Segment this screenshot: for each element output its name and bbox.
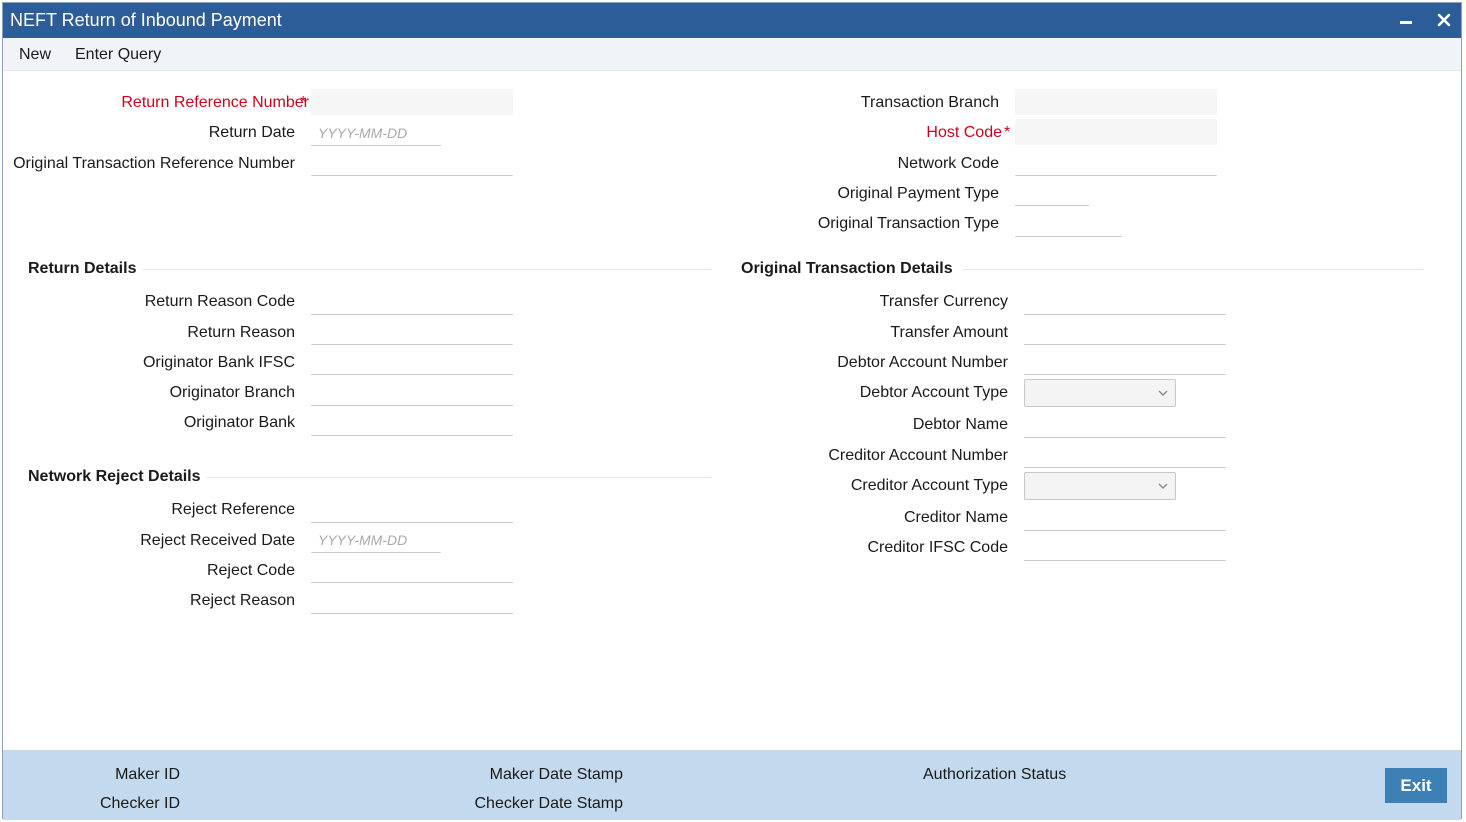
originator-bank-label: Originator Bank bbox=[183, 414, 295, 431]
network-reject-details-heading: Network Reject Details bbox=[28, 468, 201, 485]
originator-branch-label: Originator Branch bbox=[169, 384, 295, 401]
reject-reason-label: Reject Reason bbox=[190, 592, 295, 609]
window-title: NEFT Return of Inbound Payment bbox=[10, 10, 282, 30]
enter-query-menu-item[interactable]: Enter Query bbox=[75, 46, 161, 64]
transaction-branch-input[interactable] bbox=[1015, 89, 1217, 115]
close-icon[interactable] bbox=[1432, 8, 1456, 32]
originator-branch-input[interactable] bbox=[311, 380, 513, 406]
section-divider bbox=[143, 269, 711, 270]
reject-code-label: Reject Code bbox=[206, 562, 295, 579]
return-reason-input[interactable] bbox=[311, 319, 513, 345]
creditor-ifsc-code-label: Creditor IFSC Code bbox=[867, 539, 1009, 556]
debtor-name-input[interactable] bbox=[1024, 412, 1226, 438]
reject-reference-input[interactable] bbox=[311, 497, 513, 523]
original-transaction-details-heading: Original Transaction Details bbox=[741, 260, 953, 277]
reject-reason-input[interactable] bbox=[311, 588, 513, 614]
creditor-name-label: Creditor Name bbox=[903, 509, 1008, 526]
return-reason-code-label: Return Reason Code bbox=[144, 293, 295, 310]
return-reason-label: Return Reason bbox=[187, 324, 295, 341]
required-marker: * bbox=[300, 94, 307, 111]
reject-received-date-input[interactable] bbox=[311, 527, 441, 553]
title-bar: NEFT Return of Inbound Payment bbox=[3, 3, 1461, 38]
creditor-account-type-label: Creditor Account Type bbox=[850, 477, 1008, 494]
authorization-status-label: Authorization Status bbox=[923, 766, 1067, 783]
original-transaction-reference-number-input[interactable] bbox=[311, 150, 513, 176]
audit-footer: Maker ID Checker ID Maker Date Stamp Che… bbox=[3, 750, 1461, 820]
transfer-amount-label: Transfer Amount bbox=[890, 324, 1008, 341]
creditor-name-input[interactable] bbox=[1024, 505, 1226, 531]
new-menu-item[interactable]: New bbox=[19, 46, 51, 64]
host-code-label: Host Code bbox=[926, 124, 1002, 141]
network-code-label: Network Code bbox=[897, 155, 999, 172]
return-date-input[interactable] bbox=[311, 120, 441, 146]
return-reference-number-label-text: Return Reference Number bbox=[121, 94, 309, 111]
return-reason-code-input[interactable] bbox=[311, 289, 513, 315]
original-transaction-reference-number-label: Original Transaction Reference Number bbox=[13, 155, 295, 172]
return-date-label: Return Date bbox=[208, 124, 295, 141]
debtor-account-number-label: Debtor Account Number bbox=[837, 354, 1008, 371]
chevron-down-icon bbox=[1158, 390, 1168, 396]
transfer-currency-label: Transfer Currency bbox=[879, 293, 1008, 310]
debtor-account-type-select[interactable] bbox=[1024, 379, 1176, 407]
section-divider bbox=[963, 269, 1423, 270]
originator-bank-ifsc-input[interactable] bbox=[311, 349, 513, 375]
debtor-name-label: Debtor Name bbox=[912, 416, 1008, 433]
return-reference-number-input[interactable] bbox=[311, 89, 513, 115]
host-code-input[interactable] bbox=[1015, 119, 1217, 145]
exit-button[interactable]: Exit bbox=[1385, 768, 1447, 803]
transfer-currency-input[interactable] bbox=[1024, 289, 1226, 315]
reject-reference-label: Reject Reference bbox=[171, 501, 295, 518]
creditor-ifsc-code-input[interactable] bbox=[1024, 535, 1226, 561]
return-reference-number-label: Return Reference Number bbox=[121, 94, 309, 112]
creditor-account-number-input[interactable] bbox=[1024, 442, 1226, 468]
originator-bank-input[interactable] bbox=[311, 410, 513, 436]
original-transaction-type-input[interactable] bbox=[1015, 211, 1122, 237]
transfer-amount-input[interactable] bbox=[1024, 319, 1226, 345]
neft-return-window: NEFT Return of Inbound Payment New Enter… bbox=[2, 2, 1462, 820]
section-divider bbox=[207, 477, 711, 478]
original-transaction-type-label: Original Transaction Type bbox=[817, 215, 999, 232]
required-marker: * bbox=[1004, 124, 1011, 141]
reject-received-date-label: Reject Received Date bbox=[140, 532, 295, 549]
creditor-account-number-label: Creditor Account Number bbox=[828, 447, 1008, 464]
creditor-account-type-select[interactable] bbox=[1024, 472, 1176, 500]
menu-bar: New Enter Query bbox=[3, 38, 1461, 71]
maker-id-label: Maker ID bbox=[115, 766, 180, 783]
checker-date-stamp-label: Checker Date Stamp bbox=[474, 795, 623, 812]
original-payment-type-input[interactable] bbox=[1015, 180, 1089, 206]
debtor-account-type-label: Debtor Account Type bbox=[859, 384, 1008, 401]
reject-code-input[interactable] bbox=[311, 557, 513, 583]
transaction-branch-label: Transaction Branch bbox=[860, 94, 999, 111]
original-payment-type-label: Original Payment Type bbox=[837, 185, 999, 202]
network-code-input[interactable] bbox=[1015, 150, 1217, 176]
debtor-account-number-input[interactable] bbox=[1024, 349, 1226, 375]
return-details-heading: Return Details bbox=[28, 260, 137, 277]
minimize-icon[interactable] bbox=[1394, 8, 1418, 32]
chevron-down-icon bbox=[1158, 483, 1168, 489]
originator-bank-ifsc-label: Originator Bank IFSC bbox=[142, 354, 295, 371]
checker-id-label: Checker ID bbox=[99, 795, 180, 812]
maker-date-stamp-label: Maker Date Stamp bbox=[489, 766, 623, 783]
